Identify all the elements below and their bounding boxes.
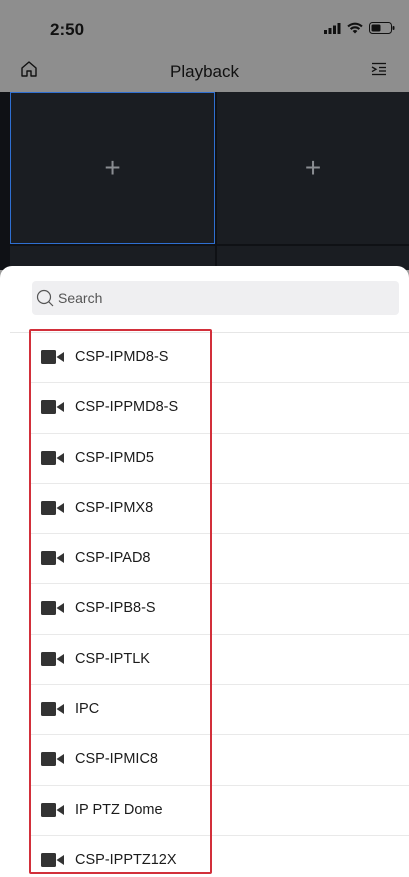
device-item[interactable]: CSP-IPMD8-S: [30, 333, 409, 384]
add-channel-icon: +: [304, 152, 322, 183]
camera-icon: [41, 500, 65, 520]
device-name: CSP-IPPMD8-S: [75, 399, 179, 416]
video-grid: + +: [0, 92, 409, 270]
list-sort-icon: [371, 62, 386, 76]
search-bar[interactable]: [32, 281, 399, 315]
nav-bar: Playback: [0, 56, 409, 92]
status-bar: 2:50: [0, 0, 409, 56]
device-item[interactable]: IPC: [30, 685, 409, 736]
device-item[interactable]: CSP-IPAD8: [30, 534, 409, 585]
device-item[interactable]: CSP-IPPTZ12X: [30, 836, 409, 877]
device-item[interactable]: CSP-IPMD5: [30, 434, 409, 484]
signal-icon: [324, 22, 341, 34]
device-name: CSP-IPMD8-S: [75, 349, 169, 365]
status-icons: [324, 22, 395, 34]
camera-icon: [41, 802, 65, 822]
camera-icon: [41, 350, 65, 369]
camera-icon: [41, 400, 65, 419]
device-name: CSP-IPTLK: [75, 650, 150, 667]
battery-icon: [369, 22, 395, 34]
device-name: CSP-IPAD8: [75, 550, 151, 567]
camera-icon: [41, 651, 65, 671]
camera-icon: [41, 702, 65, 721]
wifi-icon: [347, 22, 363, 34]
device-list: CSP-IPMD8-S CSP-IPPMD8-S CSP-IPMD5 CSP-I…: [0, 333, 409, 877]
device-item[interactable]: CSP-IPTLK: [30, 635, 409, 686]
device-name: CSP-IPMX8: [75, 499, 154, 516]
device-item[interactable]: CSP-IPPMD8-S: [30, 383, 409, 434]
device-name: CSP-IPMIC8: [75, 751, 158, 768]
search-icon: [36, 289, 54, 307]
camera-icon: [41, 852, 65, 872]
device-name: CSP-IPB8-S: [75, 600, 156, 617]
status-time: 2:50: [50, 20, 85, 39]
device-name: IP PTZ Dome: [75, 801, 163, 818]
camera-icon: [41, 450, 65, 470]
page-title: Playback: [170, 62, 239, 81]
device-sheet: CSP-IPMD8-S CSP-IPPMD8-S CSP-IPMD5 CSP-I…: [0, 266, 409, 877]
video-pane-1[interactable]: +: [10, 92, 215, 244]
video-pane-2[interactable]: +: [217, 92, 409, 244]
device-item[interactable]: CSP-IPB8-S: [30, 584, 409, 635]
add-channel-icon: +: [104, 152, 121, 183]
channel-list-button[interactable]: [371, 62, 387, 81]
search-input[interactable]: [58, 290, 378, 306]
device-item[interactable]: IP PTZ Dome: [30, 786, 409, 836]
device-name: IPC: [75, 701, 100, 718]
camera-icon: [41, 752, 65, 771]
device-item[interactable]: CSP-IPMX8: [30, 484, 409, 535]
camera-icon: [41, 551, 65, 570]
device-name: CSP-IPPTZ12X: [75, 851, 177, 868]
device-item[interactable]: CSP-IPMIC8: [30, 735, 409, 786]
device-name: CSP-IPMD5: [75, 449, 154, 466]
camera-icon: [41, 601, 65, 620]
